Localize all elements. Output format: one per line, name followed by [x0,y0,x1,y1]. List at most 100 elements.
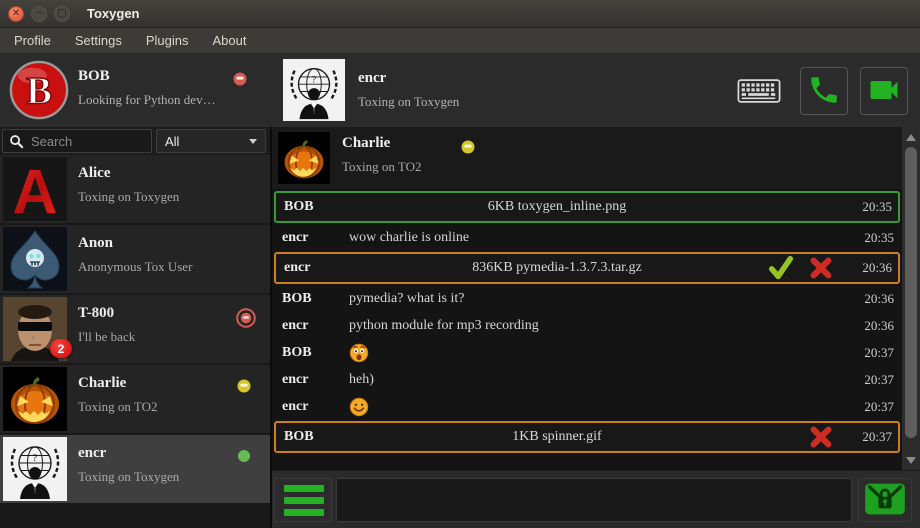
message-time: 20:36 [862,260,892,276]
chat-peer-item[interactable]: Charlie Toxing on TO2 [272,127,902,189]
contact-item-encr[interactable]: ? encr Toxing on Toxygen [0,435,270,503]
message-text: wow charlie is online [349,230,469,246]
maximize-window-icon[interactable]: ▢ [54,6,70,22]
composer-bar [272,470,920,528]
message-sender: BOB [284,199,314,215]
message-text: python module for mp3 recording [349,318,539,334]
online-status-icon [236,448,256,468]
message-sender: BOB [282,345,312,361]
message-sender: BOB [284,429,314,445]
contact-item-alice[interactable]: AAliceToxing on Toxygen [0,155,270,223]
shocked-emoji [349,343,369,363]
contact-item-t-800[interactable]: T-800I'll be back2 [0,295,270,363]
chevron-down-icon [249,139,257,144]
smileys-menu-button[interactable] [274,478,332,522]
message-time: 20:37 [864,399,894,415]
menu-profile[interactable]: Profile [2,28,63,53]
chat-scrollbar[interactable] [902,127,920,470]
chat-area: Charlie Toxing on TO2 BOB6KB toxygen_inl… [270,127,920,528]
header: B BOB Looking for Python dev… ? encr Tox… [0,54,920,127]
file-transfer-row: BOB6KB toxygen_inline.png20:35 [274,191,900,223]
search-icon [9,134,24,149]
contact-filter-dropdown[interactable]: All [156,129,266,153]
message-row: encr python module for mp3 recording 20:36 [274,313,900,339]
scrollbar-thumb[interactable] [905,147,917,438]
message-row: BOBpymedia? what is it?20:36 [274,286,900,312]
messages: BOB6KB toxygen_inline.png20:35encr wow ch… [272,189,902,453]
away-status-icon [236,378,256,398]
message-input[interactable] [336,478,852,522]
message-row: BOB20:37 [274,340,900,366]
video-camera-icon [866,72,902,111]
file-transfer-label: 1KB spinner.gif [336,429,778,445]
self-name: BOB [78,68,110,85]
contact-list: AAliceToxing on ToxygenAnonAnonymous Tox… [0,155,270,505]
message-sender: encr [282,318,308,334]
minimize-window-icon[interactable]: − [31,6,47,22]
decline-file-button[interactable] [808,424,834,450]
peer-name: encr [358,70,386,87]
scroll-up-icon[interactable] [902,129,920,145]
search-row: All [0,127,270,155]
contact-status-message: Toxing on Toxygen [78,189,179,205]
keyboard-icon [737,92,781,107]
message-sender: encr [282,230,308,246]
red-a-logo-avatar: A [3,157,67,221]
toxygen-window: ✕ − ▢ Toxygen ProfileSettingsPluginsAbou… [0,0,920,528]
encrypted-envelope-lock-icon [863,481,907,520]
message-row: encrheh)20:37 [274,367,900,393]
message-list: Charlie Toxing on TO2 BOB6KB toxygen_inl… [272,127,902,470]
busy-status-icon [232,71,248,87]
file-transfer-actions [808,424,834,450]
menu-settings[interactable]: Settings [63,28,134,53]
message-time: 20:36 [864,318,894,334]
contact-item-anon[interactable]: AnonAnonymous Tox User [0,225,270,293]
message-text: heh) [349,372,374,388]
contact-name: encr [78,445,106,462]
close-window-icon[interactable]: ✕ [8,6,24,22]
smile-emoji [349,397,369,417]
accept-file-button[interactable] [768,255,794,281]
message-text: pymedia? what is it? [349,291,464,307]
menu-about[interactable]: About [200,28,258,53]
sidebar: All AAliceToxing on ToxygenAnonAnonymous… [0,127,270,528]
search-input[interactable] [29,133,151,150]
pumpkin-avatar [3,367,67,431]
contact-status-message: Toxing on Toxygen [78,469,179,485]
contact-name: Anon [78,235,113,252]
away-status-icon [460,139,476,155]
message-time: 20:37 [862,429,892,445]
filter-value: All [165,134,179,149]
menu-plugins[interactable]: Plugins [134,28,201,53]
file-transfer-label: 836KB pymedia-1.3.7.3.tar.gz [336,260,778,276]
peer-avatar: ? [283,59,345,121]
message-row: encr20:37 [274,394,900,420]
svg-text:?: ? [312,74,316,85]
message-time: 20:35 [864,230,894,246]
decline-file-button[interactable] [808,255,834,281]
self-avatar[interactable]: B [8,59,70,121]
send-encrypted-message-button[interactable] [858,478,912,522]
svg-text:A: A [13,158,58,221]
search-box[interactable] [2,129,152,153]
video-call-button[interactable] [860,67,908,115]
contact-name: Charlie [78,375,126,392]
contact-item-charlie[interactable]: Charlie Toxing on TO2 [0,365,270,433]
peer-item-name: Charlie [342,135,390,152]
file-transfer-row: encr 836KB pymedia-1.3.7.3.tar.gz 20:36 [274,252,900,284]
file-transfer-actions [768,255,834,281]
contact-status-message: Toxing on TO2 [78,399,158,415]
message-sender: encr [284,260,310,276]
audio-call-button[interactable] [800,67,848,115]
svg-text:?: ? [33,453,38,464]
titlebar[interactable]: ✕ − ▢ Toxygen [0,0,920,28]
svg-text:B: B [26,70,52,113]
message-row: encr wow charlie is online 20:35 [274,225,900,251]
scroll-down-icon[interactable] [902,452,920,468]
typing-notification-button[interactable] [736,78,782,106]
skull-spade-avatar [3,227,67,291]
busy-ring-status-icon [236,308,256,328]
window-title: Toxygen [87,6,140,21]
contact-name: T-800 [78,305,114,322]
file-transfer-row: BOB 1KB spinner.gif 20:37 [274,421,900,453]
